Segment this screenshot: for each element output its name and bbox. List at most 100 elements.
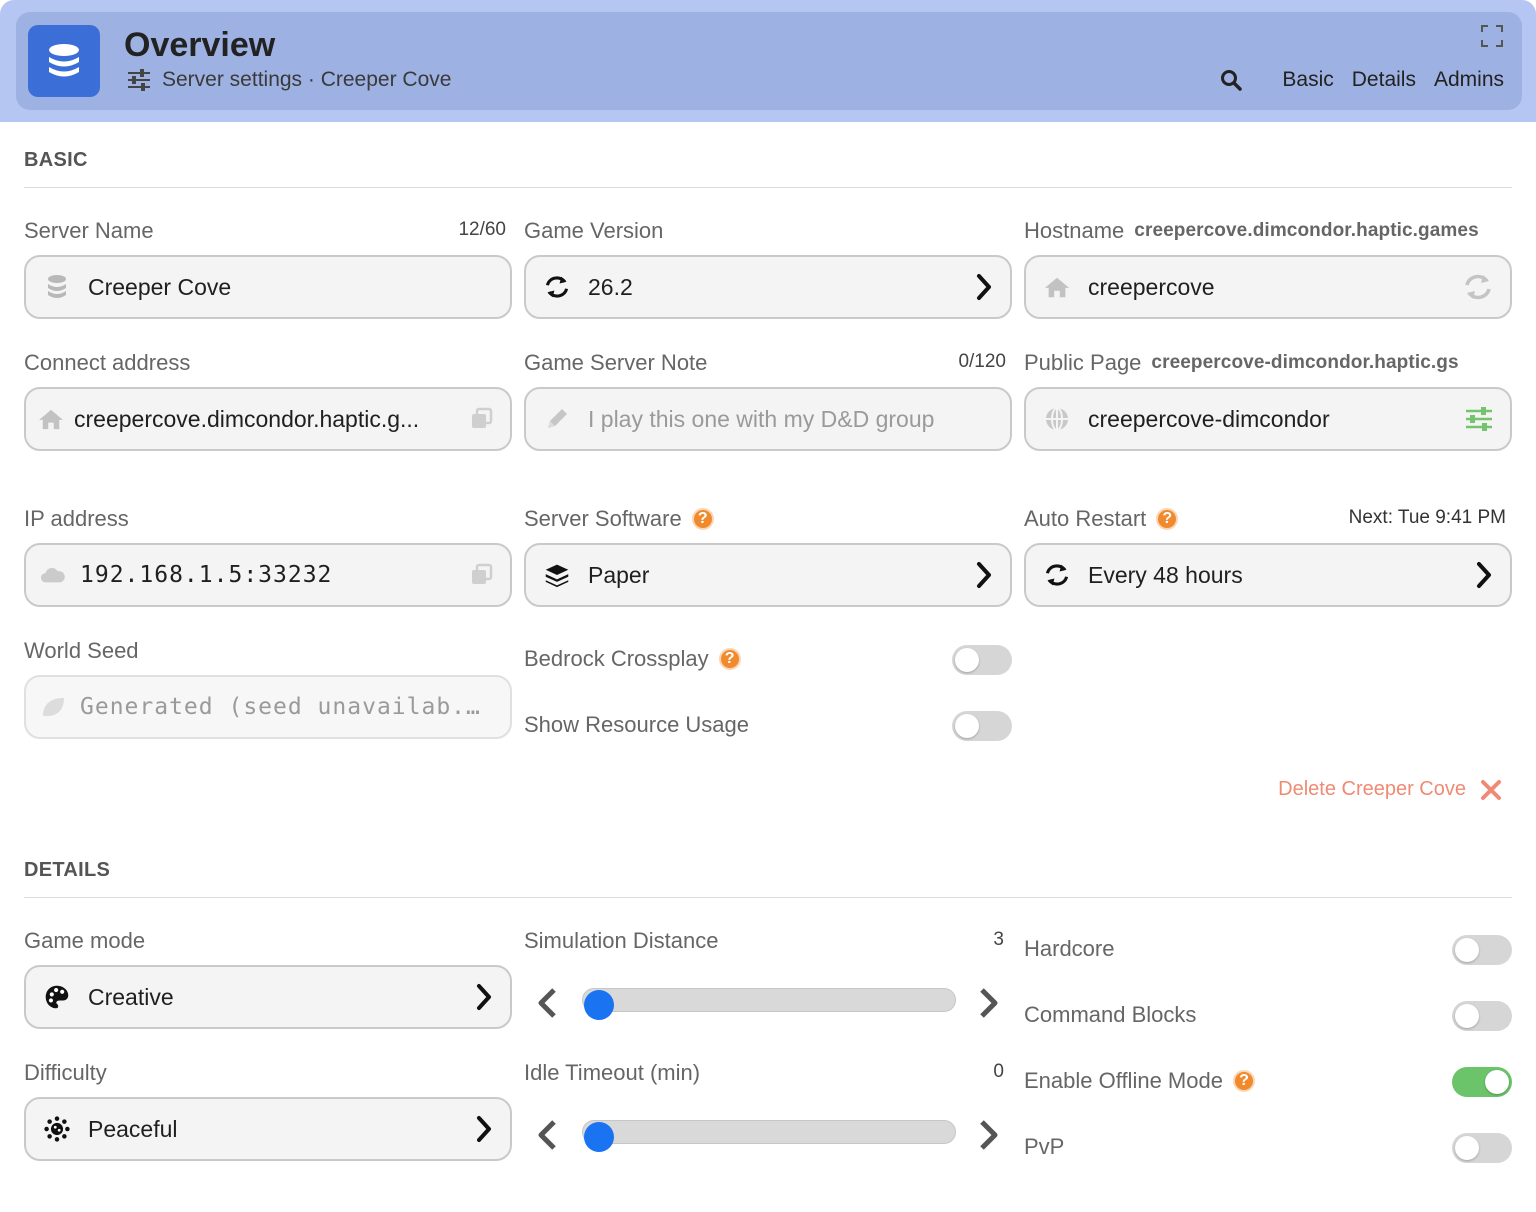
simulation-distance-label: Simulation Distance (524, 928, 719, 953)
chevron-left-icon[interactable] (534, 987, 560, 1024)
auto-restart-value: Every 48 hours (1088, 561, 1243, 588)
leaf-icon (40, 695, 66, 719)
database-icon (49, 44, 79, 77)
difficulty-value: Peaceful (88, 1115, 178, 1142)
connect-address-value: creepercove.dimcondor.haptic.g... (74, 405, 420, 432)
bedrock-crossplay-label-text: Bedrock Crossplay (524, 646, 709, 671)
toggle-knob (1485, 1070, 1509, 1094)
search-icon[interactable] (1220, 69, 1243, 91)
public-page-label: Public Page creepercove-dimcondor.haptic… (1024, 350, 1459, 376)
refresh-icon (544, 273, 570, 301)
auto-restart-select[interactable]: Every 48 hours (1024, 543, 1512, 607)
bedrock-crossplay-toggle[interactable] (952, 645, 1012, 675)
toggle-knob (1455, 1004, 1479, 1028)
world-seed-value: Generated (seed unavailab... (80, 694, 494, 720)
public-page-label-text: Public Page (1024, 350, 1142, 375)
hostname-value[interactable]: creepercove (1088, 274, 1452, 301)
game-version-select[interactable]: 26.2 (524, 255, 1012, 319)
help-icon[interactable]: ? (1156, 508, 1179, 530)
virus-icon (44, 1114, 70, 1144)
server-name-counter: 12/60 (458, 219, 506, 240)
pencil-icon (544, 406, 570, 432)
toggle-knob (1455, 938, 1479, 962)
auto-restart-label-text: Auto Restart (1024, 506, 1147, 531)
nav-link-admins[interactable]: Admins (1434, 68, 1504, 92)
auto-restart-label: Auto Restart ? (1024, 506, 1179, 532)
game-mode-select[interactable]: Creative (24, 965, 512, 1029)
pvp-label: PvP (1024, 1134, 1065, 1159)
expand-icon[interactable] (1480, 24, 1504, 53)
pvp-toggle[interactable] (1452, 1133, 1512, 1163)
connect-address-field[interactable]: creepercove.dimcondor.haptic.g... (24, 387, 512, 451)
auto-restart-next: Next: Tue 9:41 PM (1348, 507, 1506, 528)
difficulty-select[interactable]: Peaceful (24, 1097, 512, 1161)
ip-address-value: 192.168.1.5:33232 (80, 562, 333, 588)
nav-link-details[interactable]: Details (1352, 68, 1416, 92)
ip-address-label: IP address (24, 506, 129, 531)
help-icon[interactable]: ? (1232, 1070, 1255, 1092)
toggle-knob (955, 714, 979, 738)
server-app-icon (28, 25, 100, 97)
hostname-label: Hostname creepercove.dimcondor.haptic.ga… (1024, 218, 1479, 244)
chevron-left-icon[interactable] (534, 1119, 560, 1156)
game-version-label: Game Version (524, 218, 664, 243)
idle-timeout-value: 0 (993, 1061, 1004, 1082)
header-bar: Overview Server settings · Creeper Cove (16, 12, 1522, 110)
world-seed-field: Generated (seed unavailab... (24, 675, 512, 739)
sliders-icon (128, 69, 150, 91)
hostname-full: creepercove.dimcondor.haptic.games (1134, 220, 1479, 241)
difficulty-label: Difficulty (24, 1060, 107, 1085)
copy-icon[interactable] (470, 407, 494, 431)
server-name-field[interactable]: Creeper Cove (24, 255, 512, 319)
show-resource-usage-label: Show Resource Usage (524, 712, 750, 737)
help-icon[interactable]: ? (691, 508, 714, 530)
hardcore-toggle[interactable] (1452, 935, 1512, 965)
page-title: Overview (124, 26, 276, 64)
home-icon (38, 408, 64, 430)
sliders-icon[interactable] (1464, 404, 1494, 434)
home-icon (1044, 275, 1070, 299)
toggle-knob (1455, 1136, 1479, 1160)
connect-address-label: Connect address (24, 350, 191, 375)
game-version-value: 26.2 (588, 273, 633, 300)
slider-track[interactable] (582, 988, 956, 1020)
chevron-right-icon[interactable] (976, 987, 1002, 1024)
slider-thumb[interactable] (584, 990, 614, 1020)
section-title-details: DETAILS (24, 859, 111, 881)
breadcrumb: Server settings · Creeper Cove (126, 68, 451, 92)
breadcrumb-text: Server settings · Creeper Cove (162, 68, 452, 91)
server-software-select[interactable]: Paper (524, 543, 1012, 607)
show-resource-usage-toggle[interactable] (952, 711, 1012, 741)
note-placeholder: I play this one with my D&D group (588, 405, 935, 432)
bedrock-crossplay-label: Bedrock Crossplay ? (524, 646, 741, 672)
server-software-label: Server Software ? (524, 506, 714, 532)
help-icon[interactable]: ? (718, 648, 741, 670)
palette-icon (44, 982, 70, 1012)
note-counter: 0/120 (958, 351, 1006, 372)
slider-thumb[interactable] (584, 1122, 614, 1152)
hostname-field[interactable]: creepercove (1024, 255, 1512, 319)
ip-address-field[interactable]: 192.168.1.5:33232 (24, 543, 512, 607)
slider-track[interactable] (582, 1120, 956, 1152)
game-mode-label: Game mode (24, 928, 146, 953)
toggle-knob (955, 648, 979, 672)
idle-timeout-slider (524, 1107, 1012, 1157)
chevron-right-icon[interactable] (976, 1119, 1002, 1156)
section-divider (24, 897, 1512, 898)
offline-mode-toggle[interactable] (1452, 1067, 1512, 1097)
public-page-value[interactable]: creepercove-dimcondor (1088, 406, 1454, 433)
simulation-distance-value: 3 (993, 929, 1004, 950)
server-name-value[interactable]: Creeper Cove (88, 274, 494, 301)
nav-link-basic[interactable]: Basic (1282, 68, 1333, 92)
public-page-full: creepercove-dimcondor.haptic.gs (1151, 352, 1459, 373)
close-icon (1481, 779, 1501, 800)
section-divider (24, 187, 1512, 188)
section-title-basic: BASIC (24, 149, 88, 171)
delete-server-button[interactable]: Delete Creeper Cove (1278, 778, 1502, 801)
hostname-label-text: Hostname (1024, 218, 1125, 243)
note-field[interactable]: I play this one with my D&D group (524, 387, 1012, 451)
regenerate-icon[interactable] (1462, 273, 1494, 301)
command-blocks-toggle[interactable] (1452, 1001, 1512, 1031)
public-page-field[interactable]: creepercove-dimcondor (1024, 387, 1512, 451)
copy-icon[interactable] (470, 563, 494, 587)
